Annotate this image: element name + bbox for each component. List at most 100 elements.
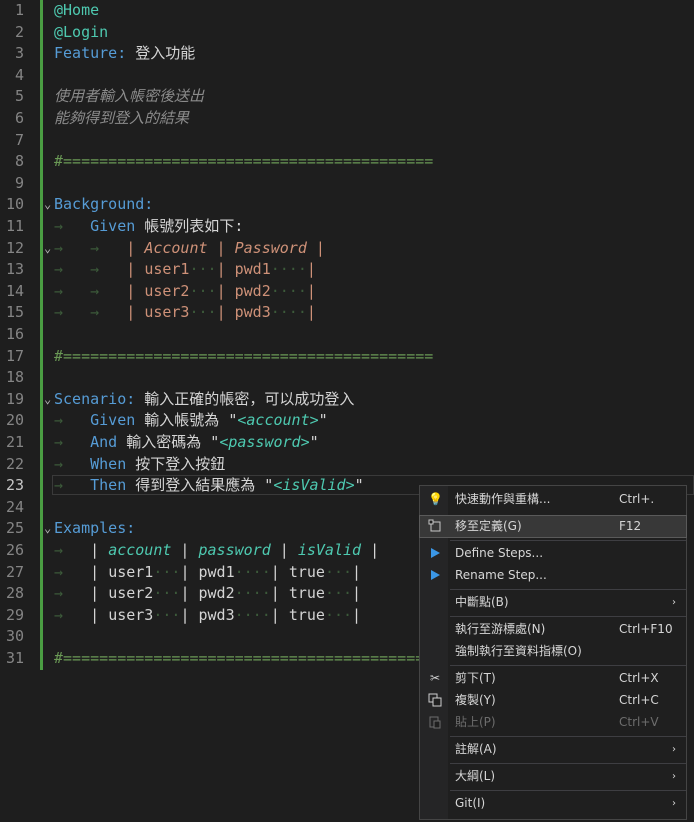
line-number: 29: [5, 605, 24, 624]
table-cell: user3: [108, 605, 154, 624]
change-indicator: [40, 345, 43, 368]
code-line[interactable]: 2 @Login: [0, 21, 694, 44]
fold-chevron-icon[interactable]: ⌄: [44, 518, 51, 540]
code-line[interactable]: 7: [0, 129, 694, 152]
fold-chevron-icon[interactable]: ⌄: [44, 194, 51, 216]
table-header-cell: Password: [234, 238, 307, 257]
code-line[interactable]: 6 能夠得到登入的結果: [0, 108, 694, 130]
step-text: 得到登入結果應為 ": [126, 476, 274, 495]
line-number: 19: [5, 389, 24, 408]
table-header-cell: account: [108, 541, 172, 559]
code-line[interactable]: 18: [0, 367, 694, 389]
menu-item-quick-actions[interactable]: 💡 快速動作與重構... Ctrl+.: [420, 489, 686, 510]
change-indicator: [40, 626, 43, 648]
change-indicator: [40, 475, 43, 497]
menu-item-breakpoint[interactable]: 中斷點(B) ›: [420, 592, 686, 613]
line-number: 31: [5, 649, 24, 667]
code-line[interactable]: 9: [0, 172, 694, 195]
change-indicator: [40, 172, 43, 195]
menu-separator: [450, 540, 686, 541]
line-number: 30: [5, 627, 24, 646]
menu-item-define-steps[interactable]: Define Steps...: [420, 543, 686, 564]
change-indicator: [40, 0, 43, 22]
table-row[interactable]: 15 → → | user3···| pwd3····|: [0, 302, 694, 324]
menu-item-force-run[interactable]: 強制執行至資料指標(O): [420, 641, 686, 662]
menu-item-git[interactable]: Git(I) ›: [420, 793, 686, 814]
placeholder: <account>: [237, 411, 319, 430]
code-line[interactable]: 19 ⌄ Scenario: 輸入正確的帳密，可以成功登入: [0, 388, 694, 411]
code-line[interactable]: 11 → Given 帳號列表如下:: [0, 216, 694, 238]
table-header-cell: Account: [144, 238, 208, 257]
change-indicator: [40, 43, 43, 65]
code-line[interactable]: 10 ⌄ Background:: [0, 194, 694, 216]
menu-item-rename-step[interactable]: Rename Step...: [420, 565, 686, 586]
table-cell: pwd1: [234, 260, 271, 279]
feature-description: 使用者輸入帳密後送出: [54, 87, 205, 106]
line-number: 20: [5, 411, 24, 430]
table-cell: user3: [144, 303, 190, 322]
table-cell: pwd3: [198, 605, 235, 624]
menu-item-cut[interactable]: ✂ 剪下(T) Ctrl+X: [420, 668, 686, 689]
code-line[interactable]: 12 ⌄ → → | Account | Password |: [0, 237, 694, 260]
code-line[interactable]: 3 Feature: 登入功能: [0, 43, 694, 65]
placeholder: <password>: [219, 433, 310, 451]
fold-chevron-icon[interactable]: ⌄: [44, 389, 51, 411]
table-header-cell: isValid: [297, 541, 362, 559]
code-line[interactable]: 21 → And 輸入密碼為 "<password>": [0, 432, 694, 454]
line-number: 3: [14, 44, 24, 63]
change-indicator: [40, 129, 43, 152]
menu-item-outline[interactable]: 大綱(L) ›: [420, 766, 686, 787]
lightbulb-icon: 💡: [428, 492, 443, 506]
code-line[interactable]: 5 使用者輸入帳密後送出: [0, 86, 694, 108]
menu-item-copy[interactable]: 複製(Y) Ctrl+C: [420, 690, 686, 711]
code-line[interactable]: 8 #=====================================…: [0, 151, 694, 173]
change-indicator: [40, 496, 43, 519]
submenu-arrow-icon: ›: [672, 771, 676, 782]
menu-item-comment[interactable]: 註解(A) ›: [420, 739, 686, 760]
code-line[interactable]: 20 → Given 輸入帳號為 "<account>": [0, 410, 694, 432]
play-triangle-icon: [428, 546, 442, 560]
change-indicator: [40, 367, 43, 389]
change-indicator: [40, 216, 43, 238]
line-number: 2: [14, 22, 24, 41]
change-indicator: [40, 64, 43, 87]
change-indicator: [40, 388, 43, 411]
menu-item-run-to-cursor[interactable]: 執行至游標處(N) Ctrl+F10: [420, 619, 686, 640]
change-indicator: [40, 259, 43, 281]
line-number: 22: [5, 454, 24, 473]
comment-separator: #=======================================…: [54, 649, 434, 667]
change-indicator: [40, 86, 43, 108]
line-number: 25: [5, 519, 24, 538]
table-row[interactable]: 14 → → | user2···| pwd2····|: [0, 280, 694, 303]
play-triangle-icon: [428, 568, 442, 582]
change-indicator: [40, 540, 43, 562]
background-keyword: Background:: [54, 195, 154, 214]
scenario-keyword: Scenario:: [54, 389, 136, 408]
line-number: 10: [5, 195, 24, 214]
submenu-arrow-icon: ›: [672, 597, 676, 608]
table-cell: user1: [144, 260, 190, 279]
table-row[interactable]: 13 → → | user1···| pwd1····|: [0, 259, 694, 281]
code-line[interactable]: 1 @Home: [0, 0, 694, 22]
comment-separator: #=======================================…: [54, 346, 434, 365]
menu-item-paste[interactable]: 貼上(P) Ctrl+V: [420, 712, 686, 733]
scenario-title: 輸入正確的帳密，可以成功登入: [135, 389, 355, 408]
step-text: 按下登入按鈕: [126, 454, 226, 473]
fold-chevron-icon[interactable]: ⌄: [44, 238, 51, 260]
code-line[interactable]: 16: [0, 324, 694, 346]
code-line[interactable]: 17 #====================================…: [0, 345, 694, 368]
change-indicator: [40, 583, 43, 605]
line-number: 27: [5, 562, 24, 581]
line-number: 21: [5, 433, 24, 451]
code-line[interactable]: 22 → When 按下登入按鈕: [0, 453, 694, 476]
line-number: 16: [5, 325, 24, 343]
code-line[interactable]: 4: [0, 64, 694, 87]
scissors-icon: ✂: [429, 671, 441, 685]
menu-separator: [450, 589, 686, 590]
tag-home: @Home: [54, 1, 100, 19]
line-number: 11: [5, 217, 24, 235]
copy-icon: [428, 693, 442, 707]
menu-item-go-to-definition[interactable]: 移至定義(G) F12: [419, 515, 687, 538]
line-number: 9: [14, 173, 24, 192]
change-indicator: [40, 648, 43, 670]
